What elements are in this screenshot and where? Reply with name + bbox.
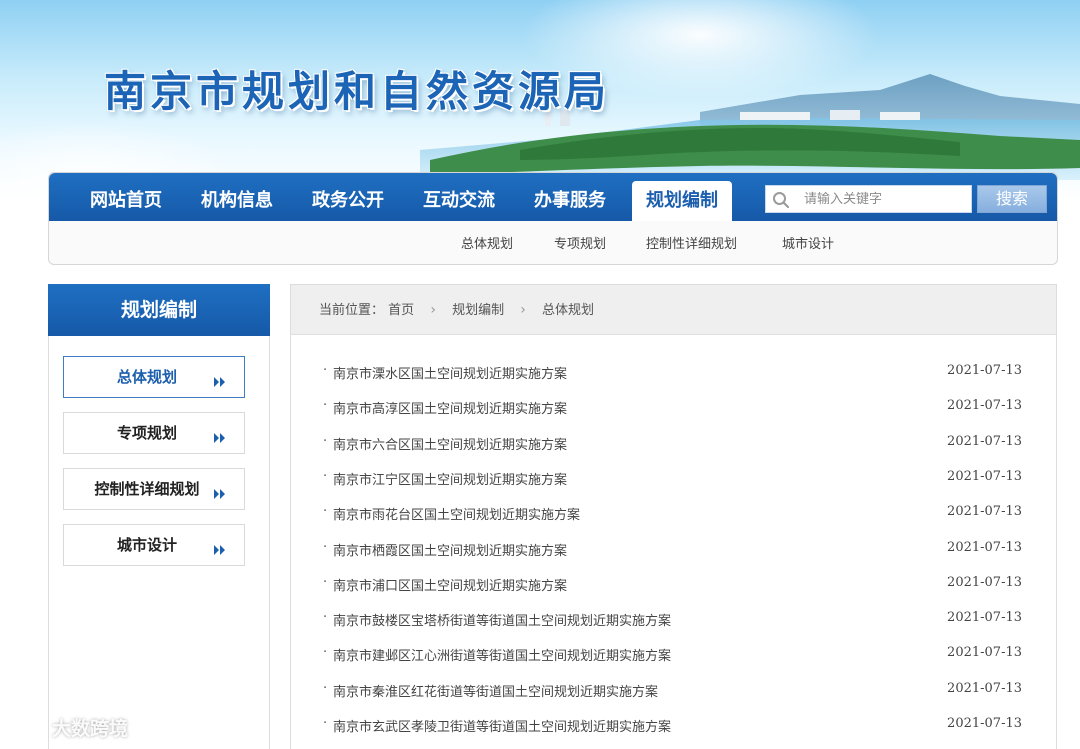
list-item[interactable]: · 南京市玄武区孝陵卫街道等街道国土空间规划近期实施方案 2021-07-13 <box>291 710 1056 745</box>
sidebar-item-label: 专项规划 <box>116 424 177 442</box>
main-navigation: 网站首页 机构信息 政务公开 互动交流 办事服务 规划编制 搜索 总体规划 专项… <box>48 172 1058 265</box>
search-icon <box>772 191 790 213</box>
nav-item-home[interactable]: 网站首页 <box>81 181 171 221</box>
site-title: 南京市规划和自然资源局 <box>104 67 611 116</box>
list-item[interactable]: · 南京市栖霞区国土空间规划近期实施方案 2021-07-13 <box>291 534 1056 569</box>
sidebar-item-label: 总体规划 <box>116 368 177 386</box>
list-item[interactable]: · 南京市六合区国土空间规划近期实施方案 2021-07-13 <box>291 428 1056 463</box>
subnav-item-overall-planning[interactable]: 总体规划 <box>461 233 513 252</box>
sidebar-item-overall-planning[interactable]: 总体规划 <box>63 356 245 398</box>
nav-item-services[interactable]: 办事服务 <box>525 181 615 221</box>
list-item-title[interactable]: 南京市浦口区国土空间规划近期实施方案 <box>333 575 567 594</box>
list-item-date: 2021-07-13 <box>947 574 1022 590</box>
breadcrumb-prefix: 当前位置： <box>319 303 385 318</box>
nav-item-interaction[interactable]: 互动交流 <box>414 181 504 221</box>
list-item[interactable]: · 南京市建邺区江心洲街道等街道国土空间规划近期实施方案 2021-07-13 <box>291 639 1056 674</box>
bullet-icon: · <box>323 716 328 731</box>
main-content: 当前位置： 首页 › 规划编制 › 总体规划 · 南京市溧水区国土空间规划近期实… <box>290 284 1057 749</box>
bullet-icon: · <box>323 363 328 378</box>
list-item[interactable]: · 南京市秦淮区红花街道等街道国土空间规划近期实施方案 2021-07-13 <box>291 675 1056 710</box>
bullet-icon: · <box>323 610 328 626</box>
list-item-title[interactable]: 南京市雨花台区国土空间规划近期实施方案 <box>333 504 580 523</box>
nav-bar: 网站首页 机构信息 政务公开 互动交流 办事服务 规划编制 搜索 <box>49 173 1057 221</box>
sidebar-item-label: 城市设计 <box>116 536 177 554</box>
list-item-title[interactable]: 南京市栖霞区国土空间规划近期实施方案 <box>333 540 567 559</box>
list-item[interactable]: · 南京市鼓楼区宝塔桥街道等街道国土空间规划近期实施方案 2021-07-13 <box>291 604 1056 639</box>
sidebar-title: 规划编制 <box>48 284 270 336</box>
double-chevron-right-icon <box>214 428 226 447</box>
bullet-icon: · <box>323 574 328 590</box>
bullet-icon: · <box>323 645 328 661</box>
list-item-title[interactable]: 南京市建邺区江心洲街道等街道国土空间规划近期实施方案 <box>333 645 671 664</box>
list-item[interactable]: · 南京市江宁区国土空间规划近期实施方案 2021-07-13 <box>291 463 1056 498</box>
list-item[interactable]: · 南京市溧水区国土空间规划近期实施方案 2021-07-13 <box>291 357 1056 392</box>
list-item-date: 2021-07-13 <box>947 398 1022 414</box>
list-item-title[interactable]: 南京市六合区国土空间规划近期实施方案 <box>333 434 567 453</box>
list-item-date: 2021-07-13 <box>947 680 1022 696</box>
list-item[interactable]: · 南京市浦口区国土空间规划近期实施方案 2021-07-13 <box>291 569 1056 604</box>
breadcrumb: 当前位置： 首页 › 规划编制 › 总体规划 <box>291 285 1056 335</box>
list-item[interactable]: · 南京市雨花台区国土空间规划近期实施方案 2021-07-13 <box>291 498 1056 533</box>
list-item-title[interactable]: 南京市玄武区孝陵卫街道等街道国土空间规划近期实施方案 <box>333 716 671 735</box>
breadcrumb-overall-planning: 总体规划 <box>541 303 594 318</box>
chevron-right-icon: › <box>430 302 436 318</box>
sidebar: 规划编制 总体规划 专项规划 控制性详细规划 城市设计 <box>48 284 270 749</box>
breadcrumb-planning[interactable]: 规划编制 <box>452 286 504 336</box>
list-item-date: 2021-07-13 <box>947 645 1022 661</box>
list-item-date: 2021-07-13 <box>947 363 1022 378</box>
list-item[interactable]: · 南京市高淳区国土空间规划近期实施方案 2021-07-13 <box>291 392 1056 427</box>
list-item-title[interactable]: 南京市秦淮区红花街道等街道国土空间规划近期实施方案 <box>333 681 658 700</box>
nav-item-government-affairs[interactable]: 政务公开 <box>303 181 393 221</box>
search-button[interactable]: 搜索 <box>977 185 1047 213</box>
sidebar-item-detailed-planning[interactable]: 控制性详细规划 <box>63 468 245 510</box>
list-item-title[interactable]: 南京市高淳区国土空间规划近期实施方案 <box>333 398 567 417</box>
bullet-icon: · <box>323 468 328 484</box>
search-input[interactable] <box>804 188 964 210</box>
breadcrumb-home[interactable]: 首页 <box>388 286 414 336</box>
sidebar-item-special-planning[interactable]: 专项规划 <box>63 412 245 454</box>
bullet-icon: · <box>323 398 328 414</box>
bullet-icon: · <box>323 539 328 555</box>
nav-item-organization[interactable]: 机构信息 <box>192 181 282 221</box>
nav-item-planning[interactable]: 规划编制 <box>632 181 732 221</box>
chevron-right-icon: › <box>520 302 526 318</box>
search-box <box>765 185 972 213</box>
sidebar-item-label: 控制性详细规划 <box>94 480 200 498</box>
subnav-item-detailed-planning[interactable]: 控制性详细规划 <box>646 233 737 252</box>
list-item-title[interactable]: 南京市鼓楼区宝塔桥街道等街道国土空间规划近期实施方案 <box>333 610 671 629</box>
sidebar-item-urban-design[interactable]: 城市设计 <box>63 524 245 566</box>
header-banner: 南京市规划和自然资源局 <box>0 0 1080 200</box>
list-item-title[interactable]: 南京市溧水区国土空间规划近期实施方案 <box>333 363 567 382</box>
bullet-icon: · <box>323 433 328 449</box>
list-item-title[interactable]: 南京市江宁区国土空间规划近期实施方案 <box>333 469 567 488</box>
list-item-date: 2021-07-13 <box>947 610 1022 626</box>
bullet-icon: · <box>323 680 328 696</box>
list-item-date: 2021-07-13 <box>947 716 1022 731</box>
list-item-date: 2021-07-13 <box>947 504 1022 520</box>
subnav-item-urban-design[interactable]: 城市设计 <box>782 233 834 252</box>
subnav-item-special-planning[interactable]: 专项规划 <box>554 233 606 252</box>
list-item-date: 2021-07-13 <box>947 468 1022 484</box>
double-chevron-right-icon <box>214 372 226 391</box>
double-chevron-right-icon <box>214 540 226 559</box>
list-item-date: 2021-07-13 <box>947 433 1022 449</box>
bullet-icon: · <box>323 504 328 520</box>
list-item-date: 2021-07-13 <box>947 539 1022 555</box>
watermark-text: 大数跨境 <box>52 718 129 740</box>
double-chevron-right-icon <box>214 484 226 503</box>
watermark-logo-icon <box>8 716 48 743</box>
